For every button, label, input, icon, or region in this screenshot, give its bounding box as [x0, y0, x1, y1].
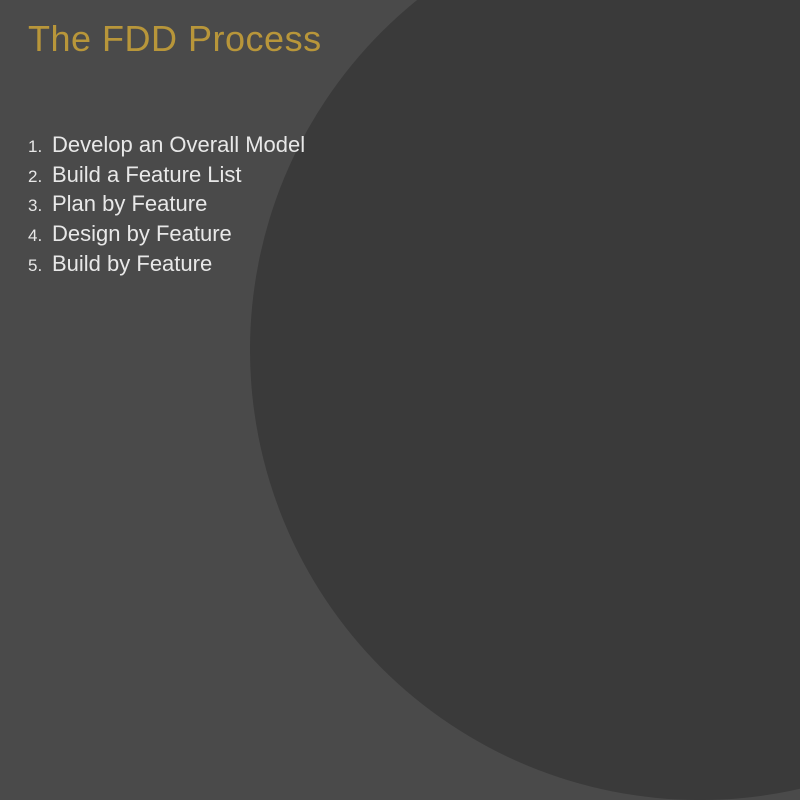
list-number: 5.	[28, 255, 46, 278]
list-number: 4.	[28, 225, 46, 248]
list-item: 5. Build by Feature	[28, 249, 800, 279]
list-item: 1. Develop an Overall Model	[28, 130, 800, 160]
slide-title: The FDD Process	[28, 18, 800, 60]
list-text: Develop an Overall Model	[52, 130, 305, 160]
list-text: Plan by Feature	[52, 189, 207, 219]
list-number: 2.	[28, 166, 46, 189]
numbered-list: 1. Develop an Overall Model 2. Build a F…	[28, 130, 800, 278]
slide-content: The FDD Process 1. Develop an Overall Mo…	[0, 0, 800, 278]
list-item: 4. Design by Feature	[28, 219, 800, 249]
list-text: Design by Feature	[52, 219, 232, 249]
list-number: 1.	[28, 136, 46, 159]
list-number: 3.	[28, 195, 46, 218]
list-item: 2. Build a Feature List	[28, 160, 800, 190]
list-text: Build a Feature List	[52, 160, 242, 190]
list-text: Build by Feature	[52, 249, 212, 279]
list-item: 3. Plan by Feature	[28, 189, 800, 219]
